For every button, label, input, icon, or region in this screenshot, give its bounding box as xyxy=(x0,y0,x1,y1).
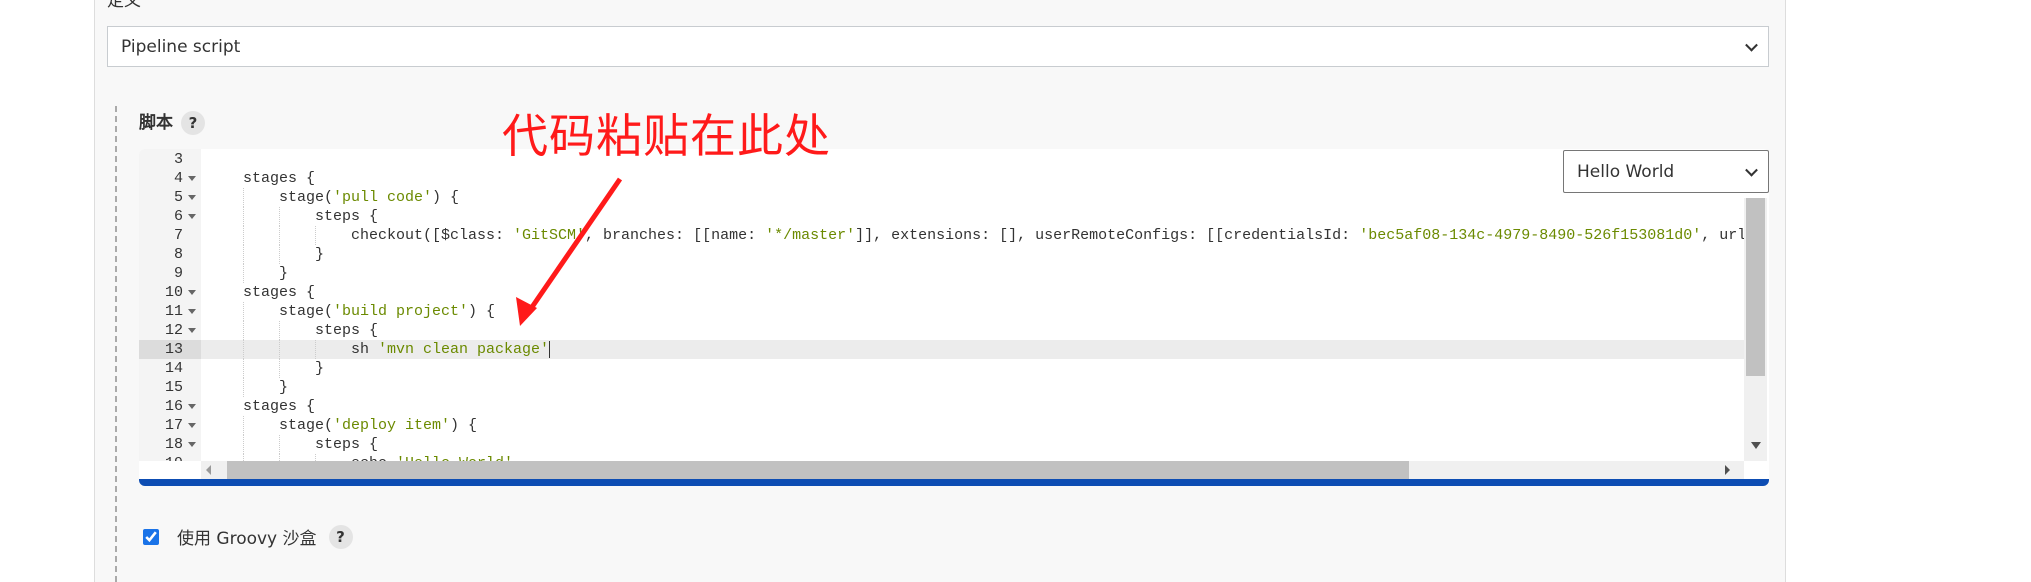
arrow-shaft xyxy=(527,177,623,312)
annotation-arrow-icon xyxy=(516,177,623,326)
